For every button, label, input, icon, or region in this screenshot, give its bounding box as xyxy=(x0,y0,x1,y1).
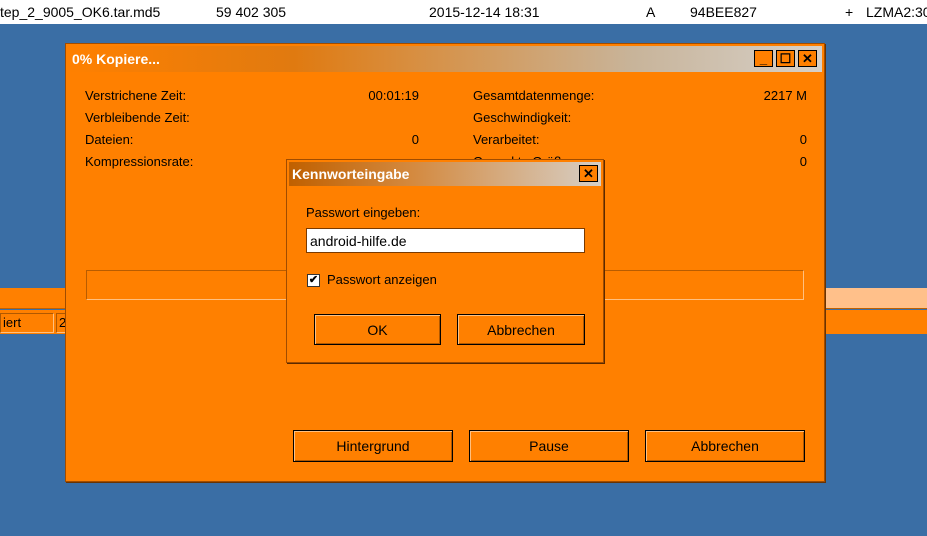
file-method: LZMA2:30 xyxy=(866,4,927,20)
elapsed-time-value: 00:01:19 xyxy=(368,88,419,103)
copy-dialog-titlebar[interactable]: 0% Kopiere... _ ☐ ✕ xyxy=(68,46,822,72)
file-list-row[interactable]: tep_2_9005_OK6.tar.md5 59 402 305 2015-1… xyxy=(0,0,927,24)
password-close-button[interactable]: ✕ xyxy=(579,165,598,182)
password-dialog-titlebar[interactable]: Kennworteingabe ✕ xyxy=(289,162,601,186)
ok-button[interactable]: OK xyxy=(314,314,441,345)
file-attributes: A xyxy=(646,4,656,20)
processed-label: Verarbeitet: xyxy=(473,132,540,147)
password-cancel-button[interactable]: Abbrechen xyxy=(457,314,585,345)
copy-dialog-title: 0% Kopiere... xyxy=(72,51,160,67)
show-password-label[interactable]: Passwort anzeigen xyxy=(327,272,437,287)
status-cell-1: iert xyxy=(0,313,54,333)
background-scroll-area xyxy=(826,288,927,308)
check-mark-icon: ✔ xyxy=(308,274,319,286)
file-size: 59 402 305 xyxy=(216,4,287,20)
close-button[interactable]: ✕ xyxy=(798,50,817,67)
maximize-button[interactable]: ☐ xyxy=(776,50,795,67)
file-name: tep_2_9005_OK6.tar.md5 xyxy=(0,4,161,20)
file-date: 2015-12-14 18:31 xyxy=(429,4,540,20)
file-plus: + xyxy=(845,4,854,20)
speed-label: Geschwindigkeit: xyxy=(473,110,572,125)
remaining-time-label: Verbleibende Zeit: xyxy=(85,110,190,125)
password-dialog: Kennworteingabe ✕ Passwort eingeben: ✔ P… xyxy=(286,159,604,363)
pause-button[interactable]: Pause xyxy=(469,430,629,462)
files-value: 0 xyxy=(411,132,419,147)
cancel-button[interactable]: Abbrechen xyxy=(645,430,805,462)
minimize-button[interactable]: _ xyxy=(754,50,773,67)
elapsed-time-label: Verstrichene Zeit: xyxy=(85,88,187,103)
file-crc: 94BEE827 xyxy=(690,4,757,20)
background-button[interactable]: Hintergrund xyxy=(293,430,453,462)
total-size-label: Gesamtdatenmenge: xyxy=(473,88,595,103)
files-label: Dateien: xyxy=(85,132,134,147)
show-password-checkbox[interactable]: ✔ xyxy=(307,274,320,287)
compression-ratio-label: Kompressionsrate: xyxy=(85,154,194,169)
password-dialog-title: Kennworteingabe xyxy=(292,166,410,182)
password-prompt-label: Passwort eingeben: xyxy=(306,205,421,220)
password-input[interactable] xyxy=(306,228,585,253)
processed-value: 0 xyxy=(799,132,807,147)
total-size-value: 2217 M xyxy=(763,88,807,103)
packed-size-value: 0 xyxy=(799,154,807,169)
